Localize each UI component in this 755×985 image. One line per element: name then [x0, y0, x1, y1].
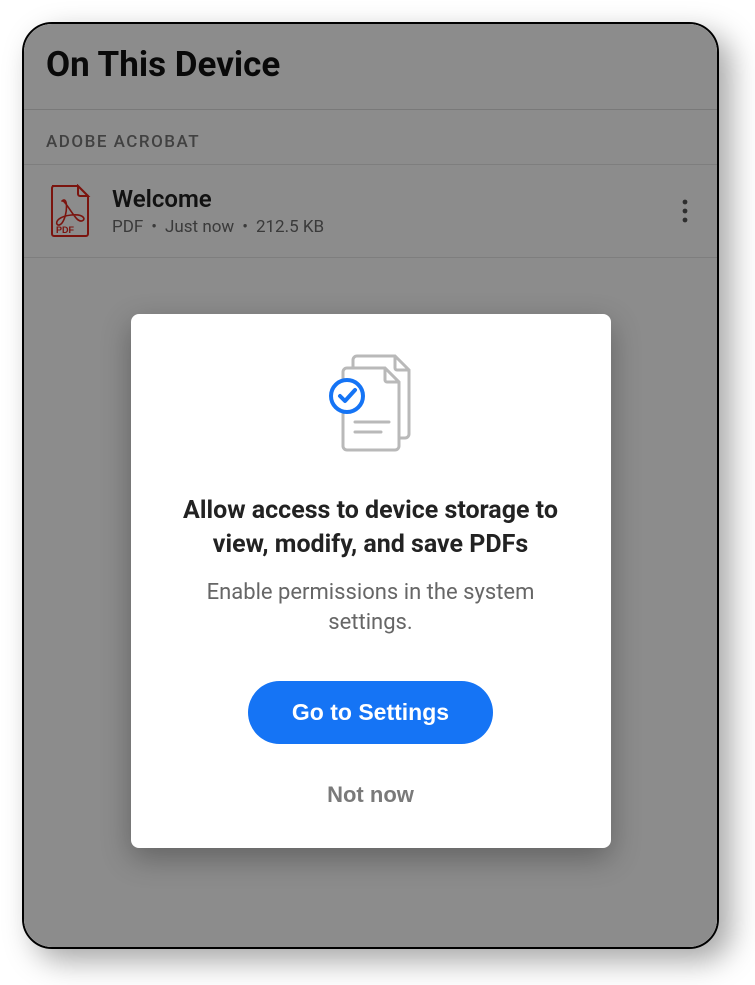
go-to-settings-button[interactable]: Go to Settings: [248, 681, 493, 744]
permission-dialog: Allow access to device storage to view, …: [131, 314, 611, 848]
dialog-body: Enable permissions in the system setting…: [169, 578, 573, 640]
app-content: On This Device ADOBE ACROBAT PDF Welcome…: [24, 24, 717, 947]
document-check-icon: [169, 350, 573, 460]
not-now-button[interactable]: Not now: [315, 774, 426, 816]
dialog-title: Allow access to device storage to view, …: [169, 494, 573, 562]
device-frame: On This Device ADOBE ACROBAT PDF Welcome…: [22, 22, 719, 949]
